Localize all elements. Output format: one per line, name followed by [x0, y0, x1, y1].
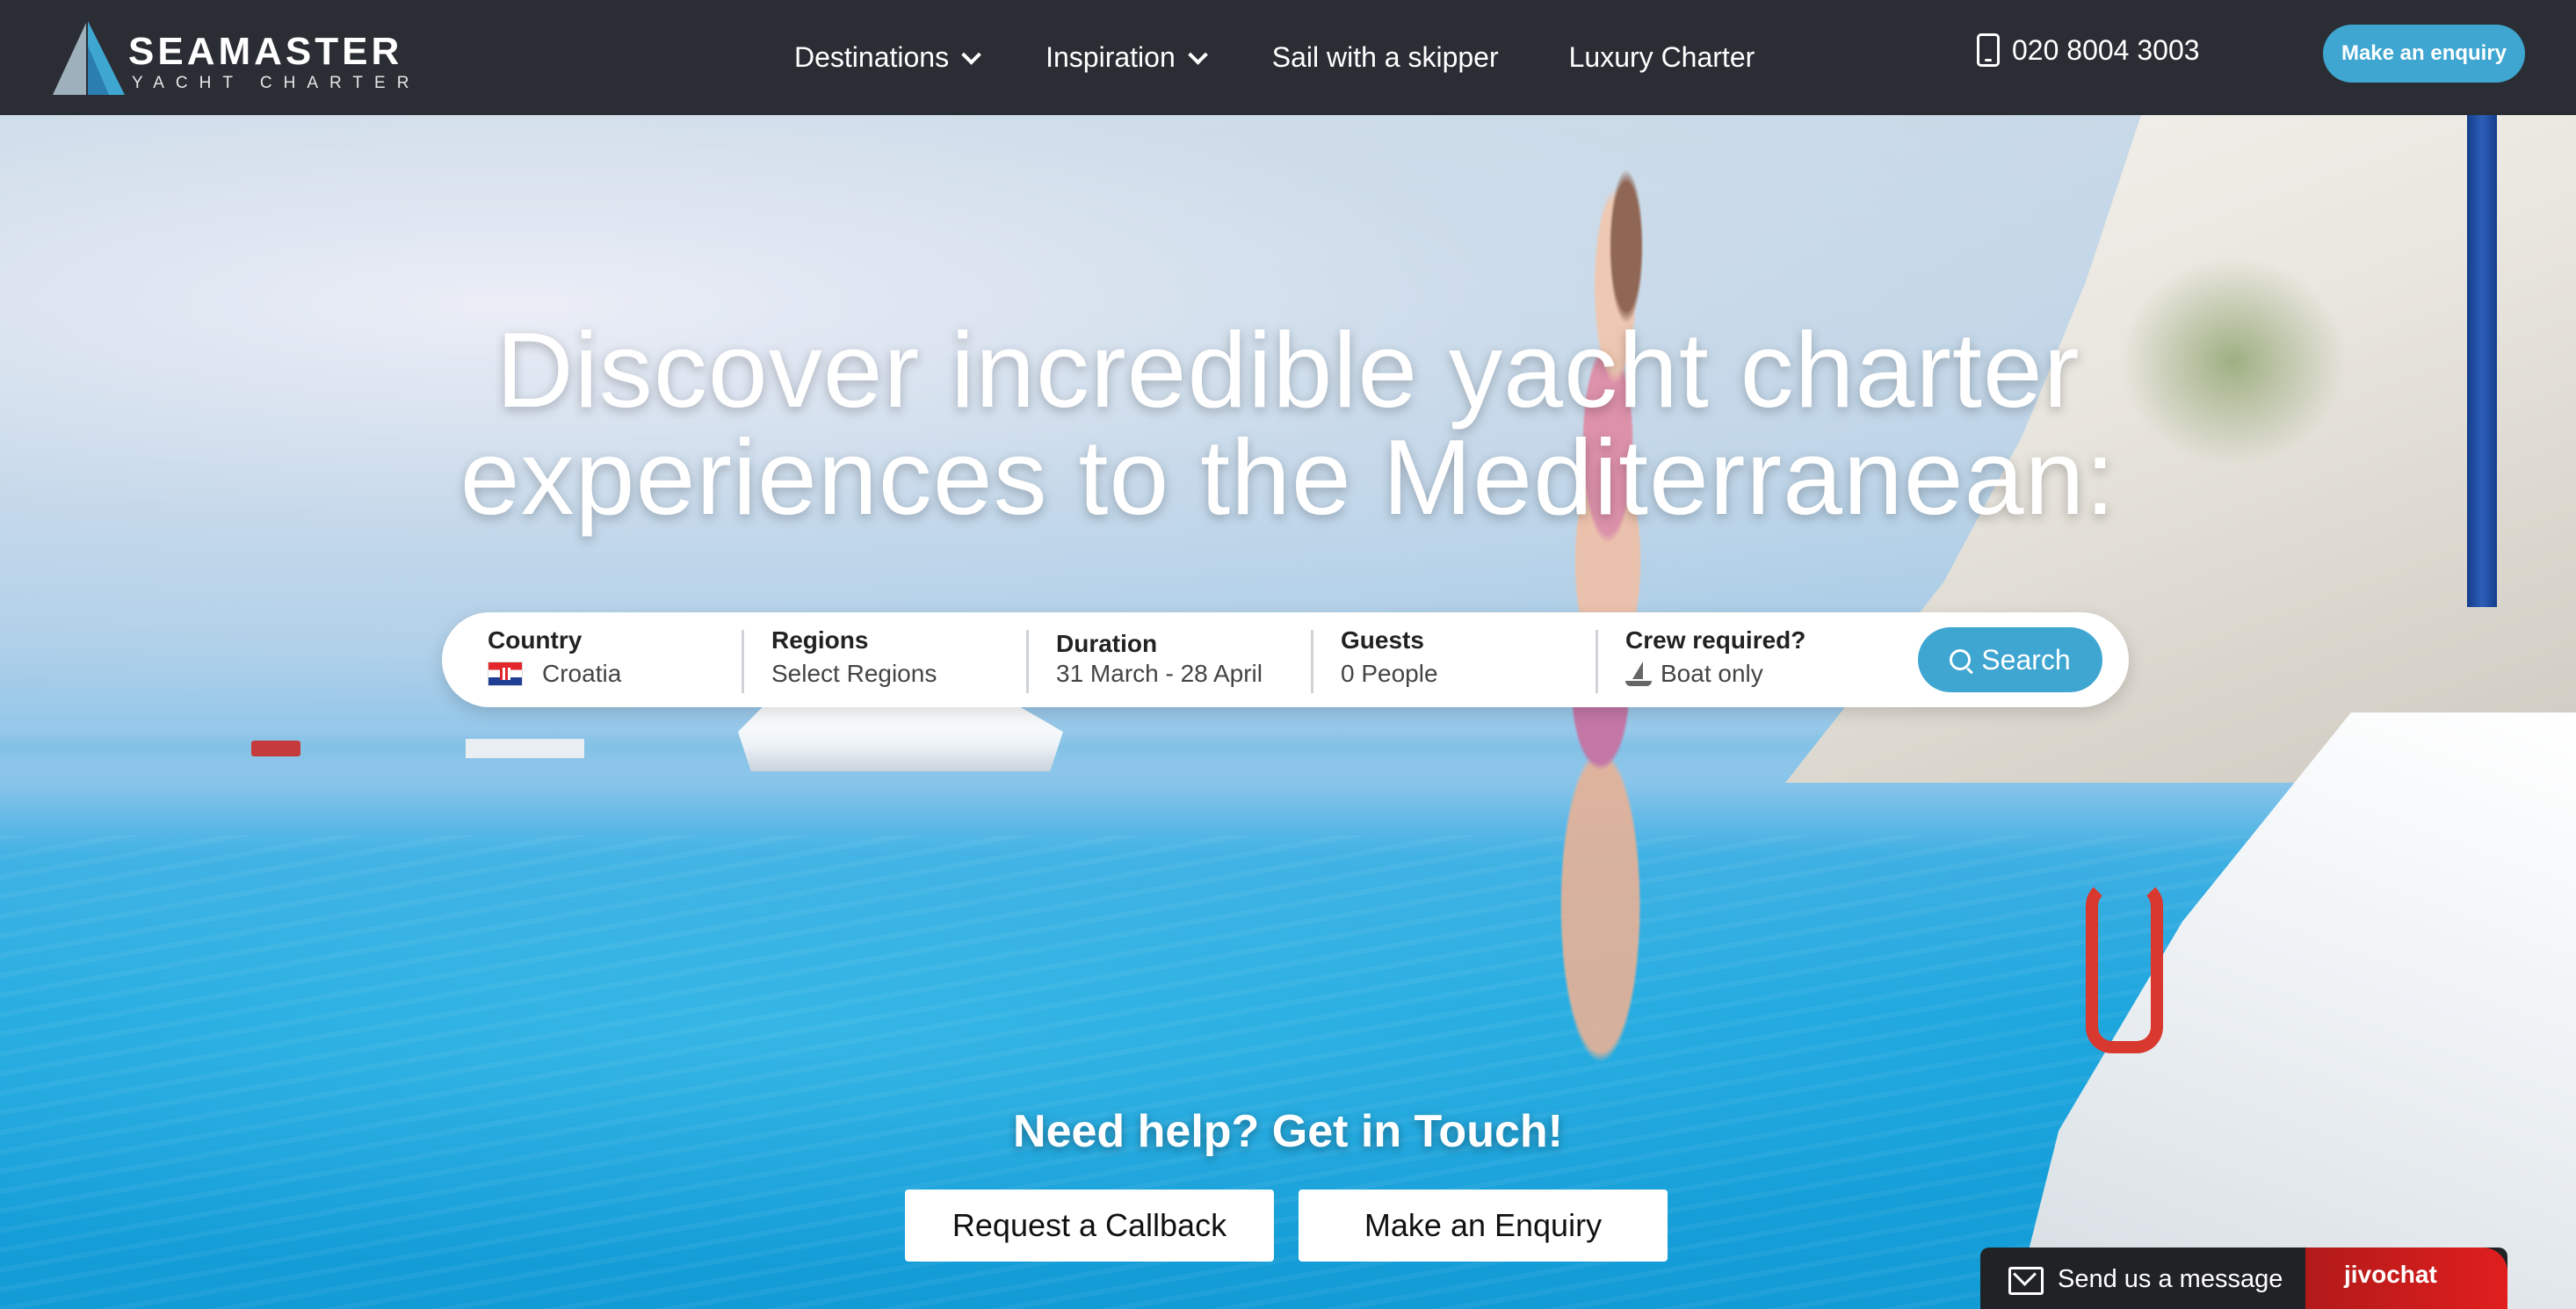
chat-brand-label: jivochat	[2305, 1248, 2507, 1309]
nav-sail-with-skipper[interactable]: Sail with a skipper	[1272, 41, 1499, 74]
croatia-flag-icon	[488, 662, 523, 686]
country-value-row: Croatia	[488, 660, 621, 688]
ferry-boat	[738, 705, 1063, 771]
brand-name: SEAMASTER	[128, 30, 403, 73]
chevron-down-icon	[961, 44, 981, 65]
make-enquiry-button[interactable]: Make an enquiry	[2323, 25, 2525, 83]
main-menu: Destinations Inspiration Sail with a ski…	[794, 0, 1825, 115]
sail-logo-icon	[53, 21, 125, 95]
nav-inspiration-label: Inspiration	[1046, 41, 1176, 73]
guests-value: 0 People	[1341, 660, 1438, 687]
crew-value: Boat only	[1661, 660, 1763, 687]
small-boat	[466, 739, 584, 758]
hero-headline: Discover incredible yacht charter experi…	[264, 316, 2312, 531]
crew-value-row: Boat only	[1625, 660, 1763, 688]
crew-label: Crew required?	[1625, 626, 1806, 654]
chevron-down-icon	[1187, 44, 1208, 65]
request-callback-button[interactable]: Request a Callback	[905, 1190, 1274, 1262]
regions-value: Select Regions	[771, 660, 937, 687]
distant-boat	[251, 741, 300, 756]
phone-number: 020 8004 3003	[2012, 33, 2200, 66]
top-navigation: SEAMASTER YACHT CHARTER Destinations Ins…	[0, 0, 2576, 115]
duration-field[interactable]: Duration 31 March - 28 April	[1056, 612, 1311, 707]
chat-message-label: Send us a message	[2058, 1265, 2283, 1293]
nav-luxury-charter-label: Luxury Charter	[1568, 41, 1755, 73]
guests-field[interactable]: Guests 0 People	[1341, 612, 1578, 707]
headline-line-2: experiences to the Mediterranean:	[459, 417, 2117, 537]
regions-field[interactable]: Regions Select Regions	[771, 612, 1009, 707]
country-field[interactable]: Country Croatia	[488, 612, 725, 707]
duration-value: 31 March - 28 April	[1056, 660, 1263, 687]
divider	[1026, 630, 1029, 693]
country-value: Croatia	[542, 660, 622, 687]
mail-icon	[2008, 1267, 2044, 1295]
red-rope	[2086, 879, 2163, 1053]
yacht-mast	[2467, 115, 2497, 607]
nav-destinations-label: Destinations	[794, 41, 950, 73]
logo[interactable]: SEAMASTER YACHT CHARTER	[47, 19, 416, 100]
help-title: Need help? Get in Touch!	[1013, 1106, 1563, 1157]
sailboat-icon	[1625, 662, 1652, 686]
headline-line-1: Discover incredible yacht charter	[496, 310, 2080, 430]
divider	[742, 630, 744, 693]
chat-widget[interactable]: Send us a message jivochat	[1980, 1248, 2507, 1309]
phone-icon	[1977, 33, 2000, 67]
nav-luxury-charter[interactable]: Luxury Charter	[1569, 41, 1755, 74]
guests-label: Guests	[1341, 626, 1424, 654]
divider	[1311, 630, 1313, 693]
search-button[interactable]: Search	[1918, 627, 2102, 692]
divider	[1596, 630, 1598, 693]
crew-field[interactable]: Crew required? Boat only	[1625, 612, 1889, 707]
duration-label: Duration	[1056, 630, 1158, 657]
nav-sail-with-skipper-label: Sail with a skipper	[1271, 41, 1499, 73]
search-button-label: Search	[1981, 643, 2071, 676]
brand-tagline: YACHT CHARTER	[132, 74, 421, 92]
search-bar: Country Croatia Regions Select Regions D…	[442, 612, 2129, 707]
search-icon	[1950, 649, 1972, 670]
phone-link[interactable]: 020 8004 3003	[1977, 33, 2200, 67]
make-enquiry-cta-button[interactable]: Make an Enquiry	[1299, 1190, 1668, 1262]
regions-label: Regions	[771, 626, 869, 654]
nav-destinations[interactable]: Destinations	[794, 41, 981, 74]
country-label: Country	[488, 626, 582, 654]
nav-inspiration[interactable]: Inspiration	[1046, 41, 1208, 74]
